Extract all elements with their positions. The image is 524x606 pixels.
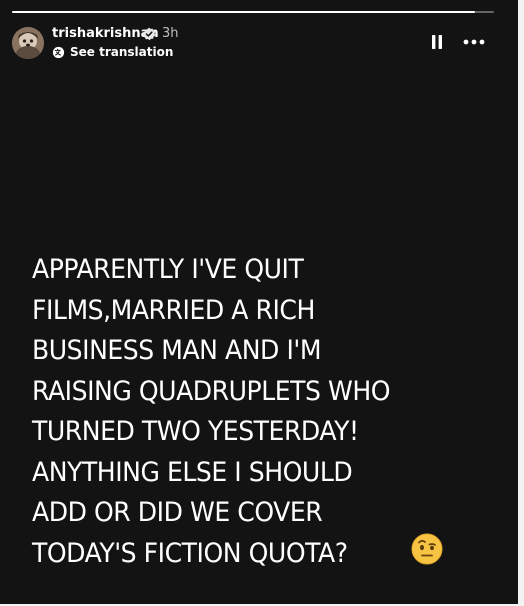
story-viewer: trishakrishnan 3h See translation APPARE… [0, 0, 518, 604]
verified-badge-icon [142, 27, 156, 41]
story-progress-bar [12, 11, 494, 13]
story-text: APPARENTLY I'VE QUIT FILMS,MARRIED A RIC… [32, 250, 469, 574]
story-text-line: BUSINESS MAN AND I'M [32, 335, 322, 366]
avatar-image [12, 27, 44, 59]
story-text-line: TODAY'S FICTION QUOTA? [32, 537, 348, 569]
pause-icon[interactable] [429, 33, 445, 51]
face-with-raised-eyebrow-emoji-icon [411, 533, 443, 565]
post-time: 3h [162, 26, 179, 41]
story-text-line: ANYTHING ELSE I SHOULD [32, 456, 353, 488]
translate-icon [52, 46, 65, 58]
avatar[interactable] [12, 27, 44, 59]
see-translation-label: See translation [70, 45, 174, 59]
story-text-line: APPARENTLY I'VE QUIT [32, 254, 304, 285]
story-text-line: RAISING QUADRUPLETS WHO [32, 375, 391, 407]
see-translation-button[interactable]: See translation [52, 44, 173, 60]
story-text-line: FILMS,MARRIED A RICH [32, 294, 315, 326]
more-options-icon[interactable] [462, 33, 486, 51]
story-text-line: TURNED TWO YESTERDAY! [32, 416, 359, 447]
story-progress-fill [12, 11, 475, 13]
story-text-line: ADD OR DID WE COVER [32, 497, 323, 528]
